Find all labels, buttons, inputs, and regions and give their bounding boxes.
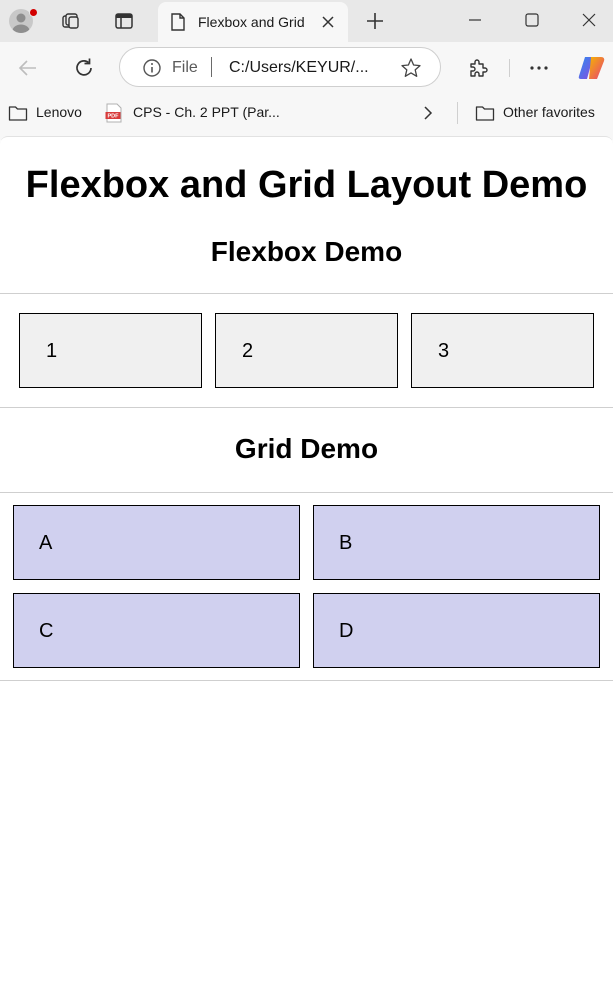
grid-item-label: C — [39, 620, 54, 642]
grid-container-top-border — [0, 492, 613, 493]
tab-title: Flexbox and Grid — [198, 14, 305, 30]
address-url[interactable]: C:/Users/KEYUR/... — [229, 59, 369, 77]
address-separator — [211, 57, 212, 77]
flex-item-label: 1 — [46, 340, 58, 362]
flexbox-container-top-border — [0, 293, 613, 294]
close-window-icon[interactable] — [577, 8, 601, 32]
tab-strip: Flexbox and Grid — [0, 0, 613, 42]
address-scheme: File — [172, 59, 198, 76]
grid-container-bottom-border — [0, 680, 613, 681]
back-arrow-icon[interactable] — [16, 56, 40, 80]
grid-item: C — [13, 593, 300, 668]
svg-text:PDF: PDF — [108, 114, 120, 120]
close-tab-icon[interactable] — [321, 15, 335, 29]
info-icon[interactable] — [142, 58, 162, 78]
tab-actions-icon[interactable] — [114, 11, 134, 31]
chevron-right-icon[interactable] — [420, 105, 436, 121]
toolbar-divider — [509, 59, 510, 77]
more-menu-icon[interactable] — [527, 56, 551, 80]
pdf-icon: PDF — [105, 103, 122, 123]
new-tab-icon[interactable] — [365, 11, 385, 31]
minimize-icon[interactable] — [463, 8, 487, 32]
maximize-icon[interactable] — [520, 8, 544, 32]
bookmarks-divider — [457, 102, 458, 124]
bookmark-cps-pdf[interactable]: CPS - Ch. 2 PPT (Par... — [133, 104, 280, 120]
flex-item: 2 — [215, 313, 398, 388]
folder-icon — [475, 106, 495, 121]
favorite-star-icon[interactable] — [400, 57, 422, 79]
active-tab[interactable]: Flexbox and Grid — [158, 2, 348, 42]
flex-item-label: 3 — [438, 340, 450, 362]
copilot-icon[interactable] — [577, 54, 607, 82]
grid-item-label: B — [339, 532, 353, 554]
grid-item-label: D — [339, 620, 354, 642]
grid-item: D — [313, 593, 600, 668]
grid-item: B — [313, 505, 600, 580]
flex-item: 3 — [411, 313, 594, 388]
page-title: Flexbox and Grid Layout Demo — [25, 164, 588, 206]
refresh-icon[interactable] — [72, 56, 96, 80]
bookmark-lenovo[interactable]: Lenovo — [36, 104, 82, 120]
notification-badge — [29, 8, 38, 17]
extensions-icon[interactable] — [466, 56, 490, 80]
navigation-toolbar: File C:/Users/KEYUR/... — [0, 42, 613, 94]
bookmarks-bar: Lenovo PDF CPS - Ch. 2 PPT (Par... Other… — [0, 94, 613, 132]
page-frame-top — [0, 136, 613, 147]
grid-item: A — [13, 505, 300, 580]
flex-item-label: 2 — [242, 340, 254, 362]
document-icon — [171, 13, 185, 31]
workspaces-icon[interactable] — [61, 11, 81, 31]
grid-heading: Grid Demo — [234, 433, 379, 464]
other-favorites[interactable]: Other favorites — [503, 104, 595, 120]
flex-item: 1 — [19, 313, 202, 388]
folder-icon — [8, 106, 28, 121]
flexbox-heading: Flexbox Demo — [210, 236, 403, 267]
grid-item-label: A — [39, 532, 53, 554]
flexbox-container-bottom-border — [0, 407, 613, 408]
address-bar[interactable]: File C:/Users/KEYUR/... — [119, 47, 441, 87]
